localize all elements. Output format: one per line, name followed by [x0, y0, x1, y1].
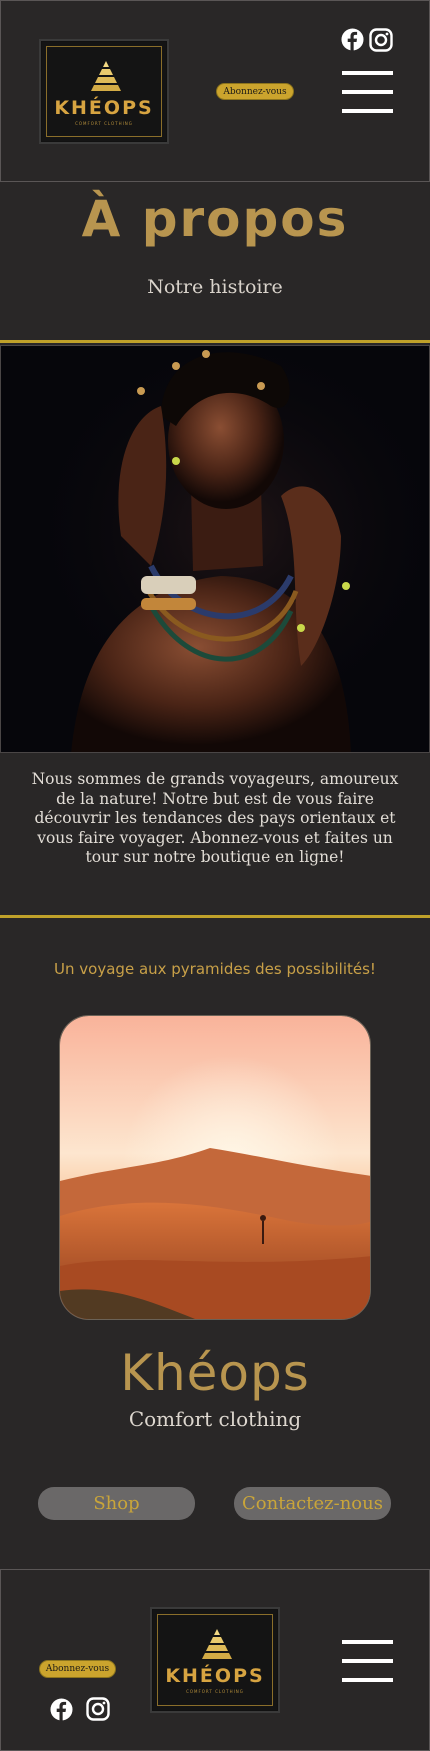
logo-tagline: COMFORT CLOTHING — [75, 121, 133, 126]
site-footer: Abonnez-vous KHÉOPS COMFORT CLOTHING — [0, 1569, 430, 1751]
brand-name: Khéops — [120, 1344, 310, 1402]
logo-wordmark: KHÉOPS — [54, 97, 154, 119]
instagram-icon — [86, 1697, 110, 1721]
pyramid-icon — [202, 1629, 232, 1659]
desert-illustration — [60, 1016, 370, 1319]
page-subtitle: Notre histoire — [147, 276, 283, 298]
portrait-image — [0, 345, 430, 753]
footer-subscribe-button[interactable]: Abonnez-vous — [39, 1660, 116, 1678]
contact-button[interactable]: Contactez-nous — [234, 1487, 391, 1520]
logo-tagline: COMFORT CLOTHING — [186, 1689, 244, 1694]
brand-logo[interactable]: KHÉOPS COMFORT CLOTHING — [39, 39, 169, 144]
instagram-icon — [369, 28, 393, 52]
portrait-illustration — [1, 346, 429, 752]
section-divider — [0, 340, 430, 343]
hamburger-menu-icon[interactable] — [342, 71, 393, 113]
subscribe-button[interactable]: Abonnez-vous — [216, 83, 294, 100]
desert-image — [59, 1015, 371, 1320]
site-header: KHÉOPS COMFORT CLOTHING Abonnez-vous — [0, 0, 430, 182]
facebook-icon — [50, 1698, 73, 1721]
about-paragraph: Nous sommes de grands voyageurs, amoureu… — [31, 770, 399, 866]
footer-facebook-link[interactable] — [50, 1698, 73, 1721]
logo-wordmark: KHÉOPS — [165, 1665, 265, 1687]
tagline: Un voyage aux pyramides des possibilités… — [54, 960, 376, 978]
shop-button[interactable]: Shop — [38, 1487, 195, 1520]
page-title: À propos — [81, 190, 349, 248]
facebook-icon — [341, 28, 364, 51]
footer-brand-logo[interactable]: KHÉOPS COMFORT CLOTHING — [150, 1607, 280, 1713]
section-divider — [0, 915, 430, 918]
brand-subtitle: Comfort clothing — [128, 1407, 302, 1431]
facebook-link[interactable] — [341, 28, 364, 51]
instagram-link[interactable] — [369, 28, 393, 52]
footer-hamburger-menu-icon[interactable] — [342, 1640, 393, 1682]
footer-instagram-link[interactable] — [86, 1697, 110, 1721]
pyramid-icon — [91, 61, 121, 91]
